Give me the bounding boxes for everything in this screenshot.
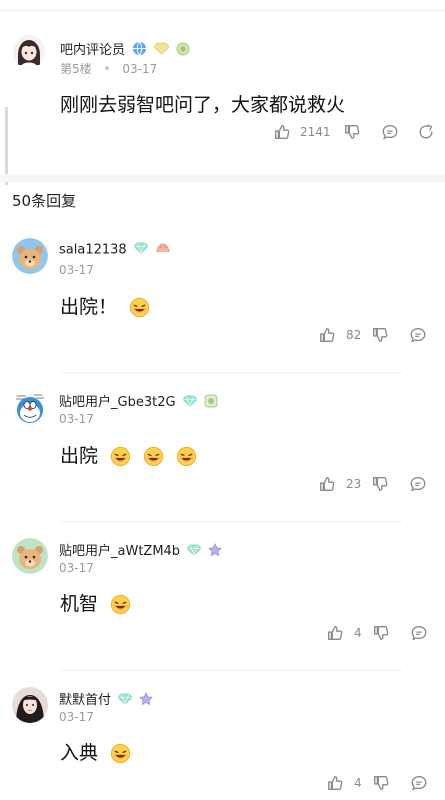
avatar[interactable] <box>12 538 48 574</box>
bear-avatar-icon <box>12 238 48 274</box>
level-badge-icon <box>208 542 223 561</box>
reply-content: 机智 <box>60 593 99 615</box>
comment-icon <box>381 123 399 141</box>
reply-content: 出院 <box>60 445 99 467</box>
reply-actions: 23 <box>318 475 427 493</box>
like-button[interactable]: 2141 <box>273 123 331 141</box>
comment-icon <box>410 624 428 642</box>
dislike-button[interactable] <box>371 475 389 493</box>
thumb-up-icon <box>326 624 344 642</box>
diamond-badge-icon <box>187 544 201 560</box>
thumb-up-icon <box>326 774 344 792</box>
thumb-up-icon <box>273 123 291 141</box>
diamond-badge-icon <box>183 395 197 411</box>
thumb-down-icon <box>343 123 361 141</box>
reply-username[interactable]: sala12138 <box>59 243 127 258</box>
reply-date: 03-17 <box>59 561 94 575</box>
laugh-emoji-icon <box>110 594 131 615</box>
anime-girl-avatar-icon <box>13 35 45 69</box>
reply-date: 03-17 <box>59 710 94 724</box>
like-button[interactable]: 82 <box>318 326 361 344</box>
comment-button[interactable] <box>409 326 427 344</box>
photo-avatar-icon <box>12 687 48 723</box>
like-count: 82 <box>346 328 362 342</box>
main-post: 吧内评论员 第5楼 • 03-17 刚刚去弱智吧问了，大家都说救火 2141 <box>0 11 445 185</box>
like-button[interactable]: 23 <box>318 475 361 493</box>
diamond-badge-icon <box>153 42 170 59</box>
reply-divider <box>62 670 402 671</box>
doraemon-avatar-icon <box>12 390 48 426</box>
dislike-button[interactable] <box>372 774 390 792</box>
thumb-down-icon <box>372 624 390 642</box>
diamond-badge-icon <box>118 693 132 709</box>
thumb-up-icon <box>318 326 336 344</box>
reply-content: 入典 <box>60 742 99 764</box>
reply-actions: 4 <box>326 624 428 642</box>
like-count: 23 <box>346 477 362 491</box>
comment-button[interactable] <box>381 123 399 141</box>
laugh-emoji-icon <box>129 297 150 318</box>
reply-username[interactable]: 贴吧用户_Gbe3t2G <box>59 395 176 410</box>
post-actions: 2141 <box>273 123 435 141</box>
globe-badge-icon <box>132 41 147 60</box>
dislike-button[interactable] <box>372 624 390 642</box>
avatar[interactable] <box>12 238 48 274</box>
avatar[interactable] <box>12 390 48 426</box>
comment-icon <box>409 475 427 493</box>
level-badge-icon <box>204 394 218 412</box>
post-floor: 第5楼 <box>60 62 92 76</box>
level-badge-icon <box>176 42 190 60</box>
post-content: 刚刚去弱智吧问了，大家都说救火 <box>60 94 346 116</box>
avatar[interactable] <box>13 35 45 69</box>
post-username[interactable]: 吧内评论员 <box>60 43 125 58</box>
comment-button[interactable] <box>410 624 428 642</box>
level-badge-icon <box>139 691 154 710</box>
section-divider <box>0 174 445 182</box>
reply-count: 50条回复 <box>12 192 77 210</box>
reply-actions: 82 <box>318 326 427 344</box>
reply-username[interactable]: 贴吧用户_aWtZM4b <box>59 544 180 559</box>
thumb-down-icon <box>371 326 389 344</box>
dislike-button[interactable] <box>343 123 361 141</box>
like-count: 4 <box>354 626 362 640</box>
level-badge-icon <box>155 242 171 258</box>
share-icon <box>417 123 435 141</box>
like-button[interactable]: 4 <box>326 624 362 642</box>
comment-icon <box>410 774 428 792</box>
like-button[interactable]: 4 <box>326 774 362 792</box>
like-count: 2141 <box>300 125 331 139</box>
thumb-down-icon <box>372 774 390 792</box>
diamond-badge-icon <box>134 242 148 258</box>
reply-divider <box>62 372 402 373</box>
thumb-down-icon <box>371 475 389 493</box>
post-date: 03-17 <box>122 62 158 76</box>
reply-actions: 4 <box>326 774 428 792</box>
avatar[interactable] <box>12 687 48 723</box>
like-count: 4 <box>354 776 362 790</box>
laugh-emoji-icon <box>110 743 131 764</box>
reply-date: 03-17 <box>59 263 94 277</box>
reply-divider <box>62 521 402 522</box>
comment-button[interactable] <box>409 475 427 493</box>
bear-avatar-icon <box>12 538 48 574</box>
reply-content: 出院！ <box>60 296 118 318</box>
thumb-up-icon <box>318 475 336 493</box>
comment-button[interactable] <box>410 774 428 792</box>
laugh-emoji-icon <box>110 446 131 467</box>
dislike-button[interactable] <box>371 326 389 344</box>
laugh-emoji-icon <box>143 446 164 467</box>
laugh-emoji-icon <box>176 446 197 467</box>
share-button[interactable] <box>417 123 435 141</box>
reply-username[interactable]: 默默首付 <box>59 693 111 708</box>
reply-date: 03-17 <box>59 412 94 426</box>
comment-icon <box>409 326 427 344</box>
meta-dot: • <box>103 62 111 76</box>
